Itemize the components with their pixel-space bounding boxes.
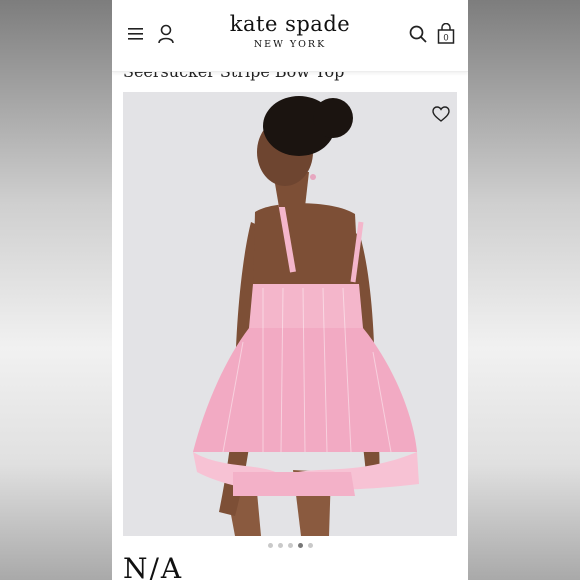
blurred-background-right: [468, 0, 580, 580]
product-image[interactable]: [123, 92, 457, 536]
header-bar: kate spade NEW YORK 0: [112, 0, 468, 72]
carousel-dot[interactable]: [287, 543, 293, 548]
carousel-dot[interactable]: [307, 543, 313, 548]
bag-count: 0: [443, 33, 448, 43]
heart-icon[interactable]: [431, 104, 451, 124]
phone-screen: kate spade NEW YORK 0 Seersucker Stripe …: [112, 0, 468, 580]
search-icon[interactable]: [406, 22, 430, 46]
blurred-background-left: [0, 0, 112, 580]
carousel-dot[interactable]: [277, 543, 283, 548]
carousel-dot[interactable]: [267, 543, 273, 548]
model-illustration: [123, 92, 457, 536]
shopping-bag-icon[interactable]: 0: [434, 22, 458, 46]
product-price: N/A: [123, 552, 184, 580]
carousel-dot-active[interactable]: [297, 543, 303, 548]
carousel-indicators: [112, 543, 468, 548]
